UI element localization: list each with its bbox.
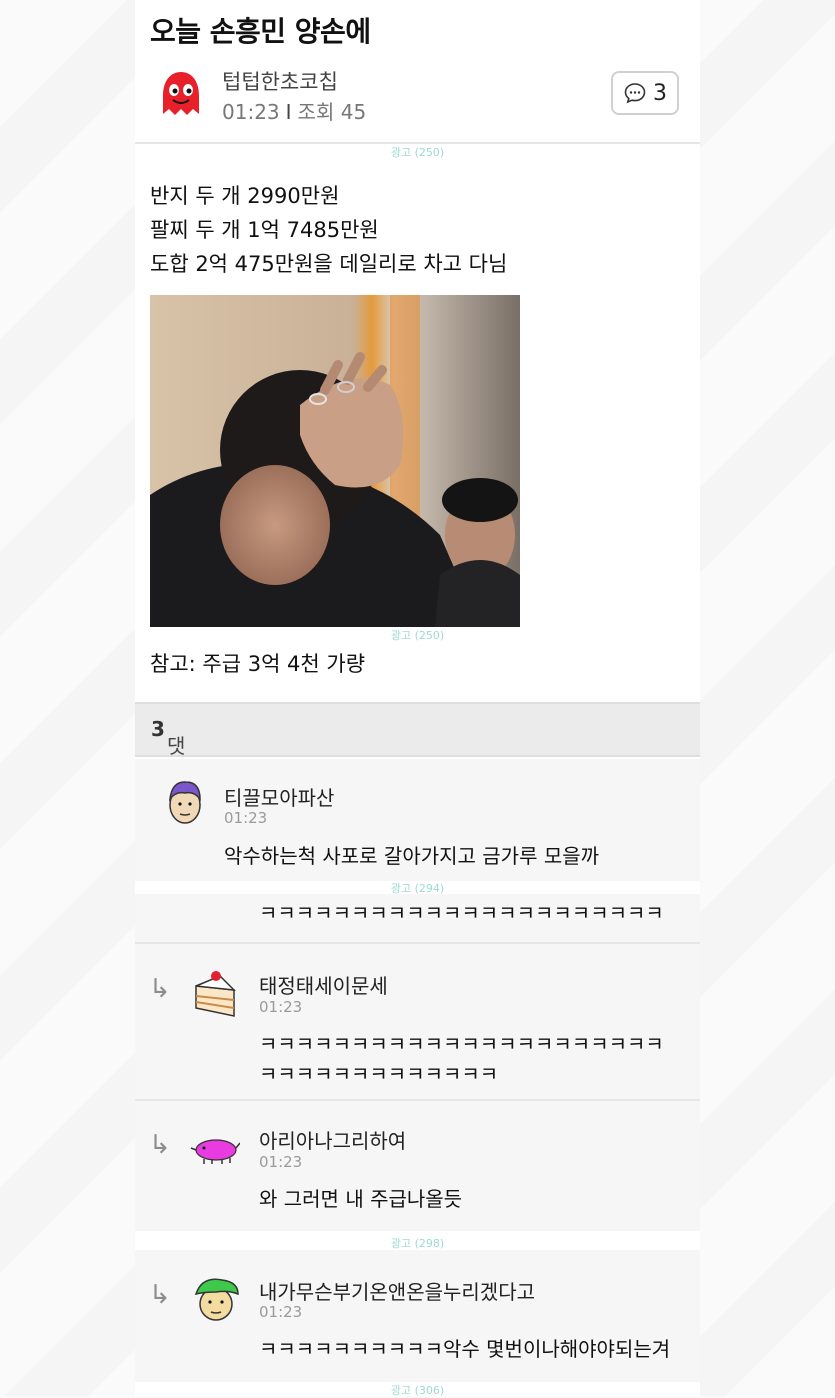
comments-header-count: 3 [151, 717, 165, 741]
comment-text: ㅋㅋㅋㅋㅋㅋㅋㅋㅋㅋ악수 몇번이나해야야되는겨 [259, 1337, 671, 1361]
post-column: 오늘 손흥민 양손에 텁텁한초코칩 01:23 I 조회 45 3 광고 (250)… [135, 0, 700, 1397]
comments-header-text: 댓글 3 [151, 717, 186, 787]
comment-count: 3 [653, 80, 667, 106]
purple-hair-avatar-icon[interactable] [160, 777, 210, 827]
body-line: 반지 두 개 2990만원 [150, 184, 340, 208]
ghost-avatar-icon[interactable] [157, 70, 205, 118]
reply-arrow-icon: ↳ [149, 1130, 171, 1160]
ad-label: 광고 (250) [390, 629, 445, 642]
cake-icon[interactable] [192, 968, 242, 1018]
comment-text: ㅋㅋㅋㅋㅋㅋㅋㅋㅋㅋㅋㅋㅋㅋㅋㅋㅋㅋㅋㅋㅋㅋ [259, 1032, 664, 1056]
comment-count-button[interactable]: 3 [611, 71, 679, 115]
body-line: 팔찌 두 개 1억 7485만원 [150, 218, 379, 242]
green-hair-avatar-icon[interactable] [192, 1274, 242, 1324]
comment-text: 와 그러면 내 주급나올듯 [259, 1187, 463, 1211]
ad-label: 광고 (298) [390, 1237, 445, 1250]
comment-text: ㅋㅋㅋㅋㅋㅋㅋㅋㅋㅋㅋㅋㅋ [259, 1062, 499, 1086]
comment-nick[interactable]: 태정태세이문세 [259, 970, 388, 999]
comment-time: 01:23 [259, 1153, 303, 1171]
comment-item: ↳ 태정태세이문세 01:23 ㅋㅋㅋㅋㅋㅋㅋㅋㅋㅋㅋㅋㅋㅋㅋㅋㅋㅋㅋㅋㅋㅋ ㅋ… [135, 944, 700, 1099]
pink-pig-icon[interactable] [190, 1123, 240, 1173]
comment-text: 악수하는척 사포로 갈아가지고 금가루 모을까 [224, 844, 600, 868]
comment-item: ↳ 아리아나그리하여 01:23 와 그러면 내 주급나올듯 [135, 1101, 700, 1231]
author-name[interactable]: 텁텁한초코칩 [222, 66, 338, 96]
body-line: 도합 2억 475만원을 데일리로 차고 다님 [150, 252, 508, 276]
comments-header: 댓글 3 [135, 702, 700, 787]
reply-arrow-icon: ↳ [149, 1280, 171, 1310]
post-time: 01:23 [222, 100, 280, 124]
comment-item: ㅋㅋㅋㅋㅋㅋㅋㅋㅋㅋㅋㅋㅋㅋㅋㅋㅋㅋㅋㅋㅋㅋ [135, 894, 700, 942]
comment-nick[interactable]: 내가무슨부기온앤온을누리겠다고 [259, 1276, 535, 1305]
comment-time: 01:23 [224, 809, 268, 827]
reply-arrow-icon: ↳ [149, 974, 171, 1004]
meta-separator: I [285, 100, 292, 124]
comment-item: 티끌모아파산 01:23 악수하는척 사포로 갈아가지고 금가루 모을까 [135, 759, 700, 881]
comment-time: 01:23 [259, 998, 303, 1016]
post-title: 오늘 손흥민 양손에 [150, 15, 371, 48]
comment-text: ㅋㅋㅋㅋㅋㅋㅋㅋㅋㅋㅋㅋㅋㅋㅋㅋㅋㅋㅋㅋㅋㅋ [259, 901, 664, 925]
views-label: 조회 [297, 100, 335, 124]
comment-time: 01:23 [259, 1303, 303, 1321]
speech-bubble-icon [624, 83, 646, 104]
comment-nick[interactable]: 아리아나그리하여 [259, 1125, 406, 1154]
ad-label: 광고 (250) [390, 146, 445, 159]
views-count: 45 [340, 100, 367, 124]
comment-item: ↳ 내가무슨부기온앤온을누리겠다고 01:23 ㅋㅋㅋㅋㅋㅋㅋㅋㅋㅋ악수 몇번이… [135, 1250, 700, 1382]
comment-nick[interactable]: 티끌모아파산 [224, 782, 334, 811]
post-note: 참고: 주급 3억 4천 가량 [150, 652, 366, 676]
post-photo[interactable] [150, 295, 520, 627]
post-meta: 01:23 I 조회 45 [222, 96, 366, 125]
